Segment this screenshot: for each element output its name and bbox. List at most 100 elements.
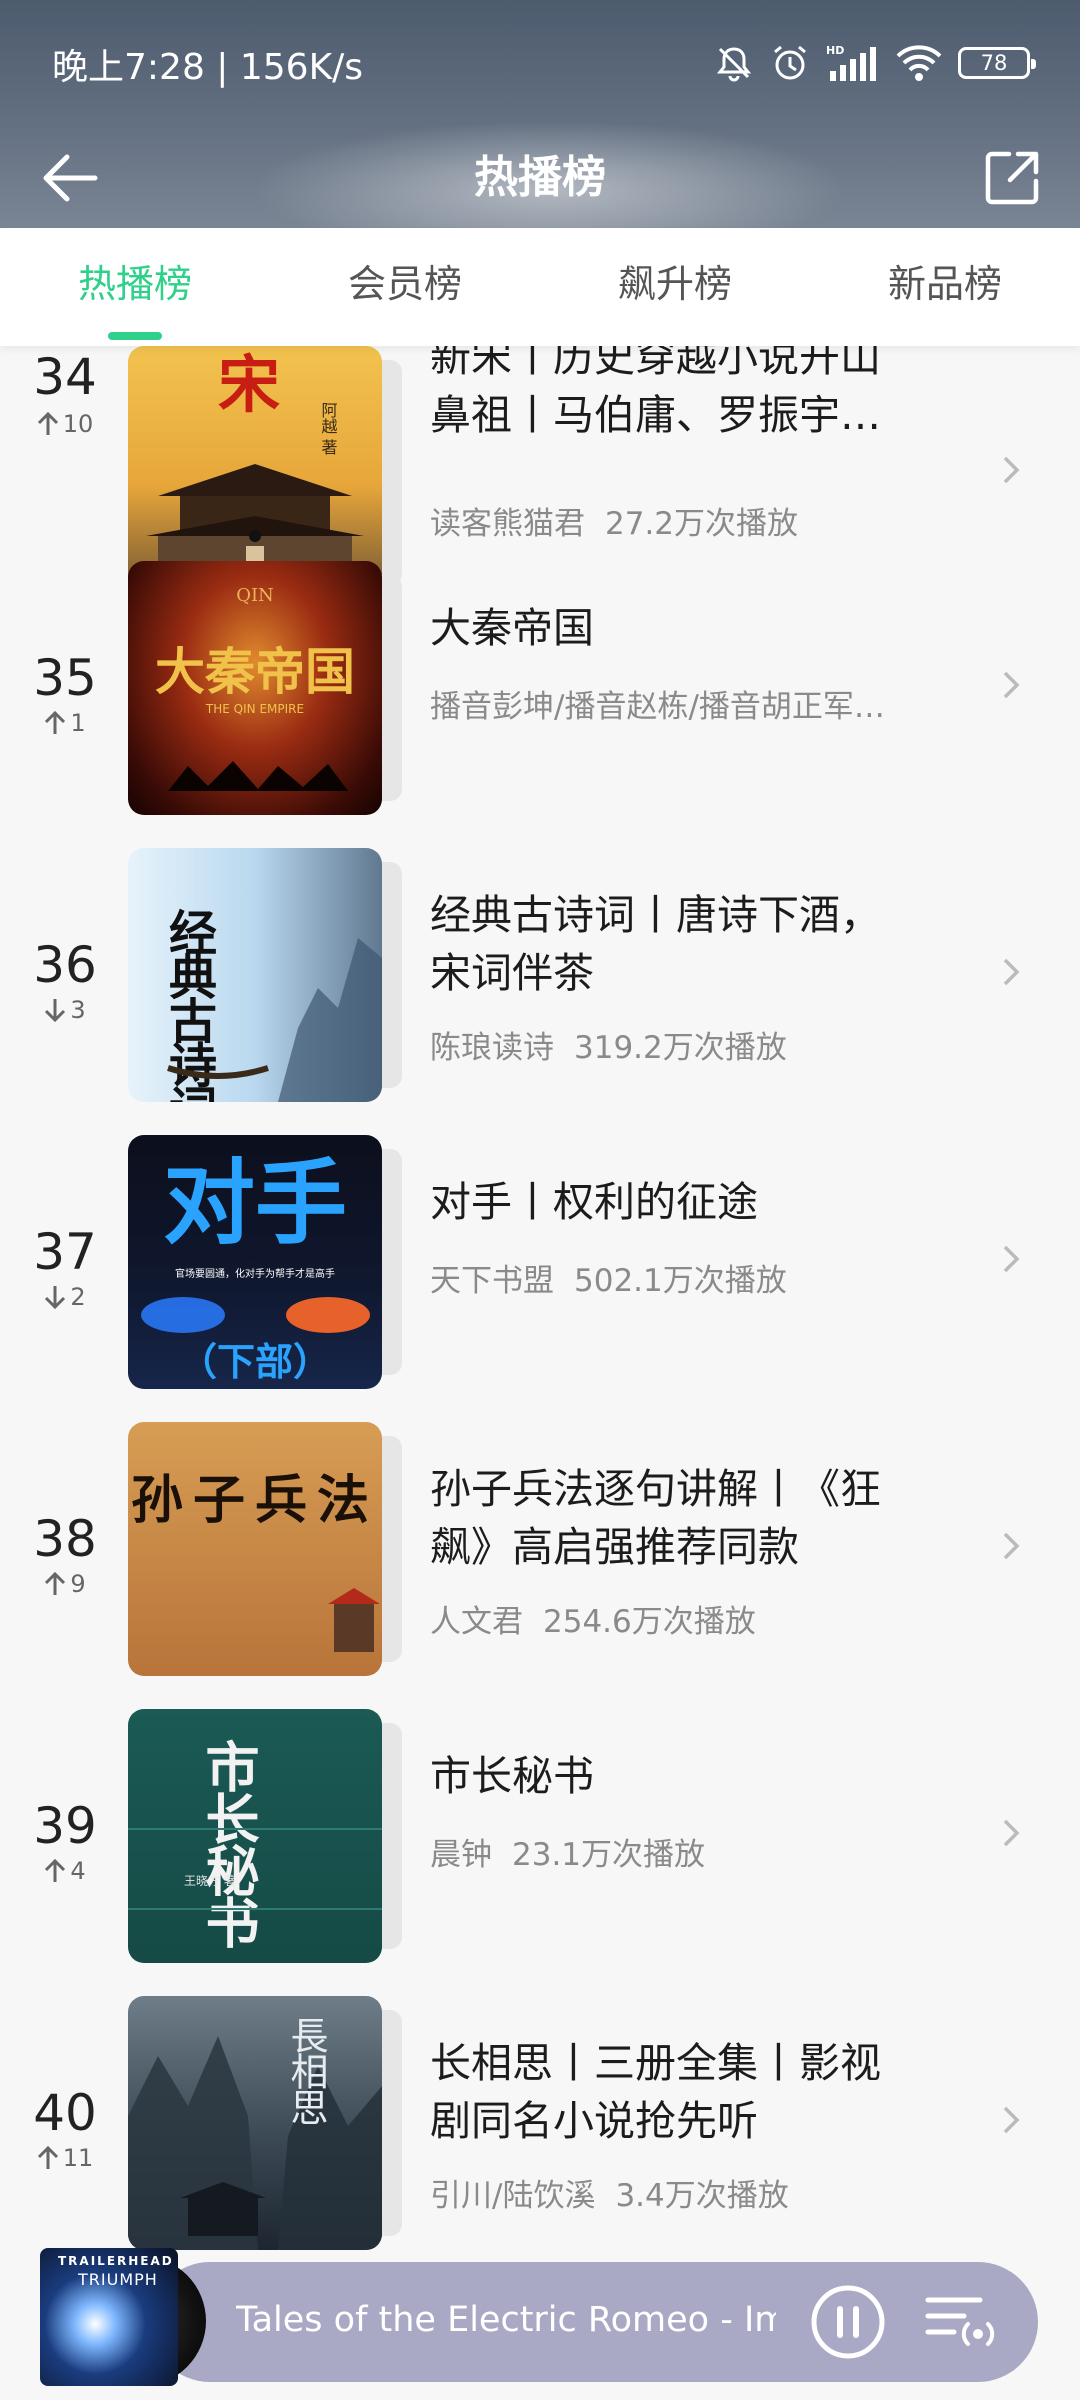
tab-member[interactable]: 会员榜 bbox=[270, 228, 540, 346]
battery-level: 78 bbox=[980, 51, 1008, 75]
ranking-tabs: 热播榜 会员榜 飙升榜 新品榜 bbox=[0, 228, 1080, 346]
list-item[interactable]: 37 2 对手 官场要圆通，化对手为帮手才是高手 （下部） 对手丨权利的征途 天… bbox=[0, 1135, 1080, 1422]
tab-label: 新品榜 bbox=[887, 262, 1002, 306]
item-author: 陈琅读诗 bbox=[430, 1030, 554, 1066]
item-meta: 播音彭坤/播音赵栋/播音胡正军… bbox=[430, 681, 930, 726]
list-item[interactable]: 35 1 QIN 大秦帝国 THE QIN EMPIRE 大秦帝国 播音彭坤/播… bbox=[0, 561, 1080, 848]
album-label-main: TRIUMPH bbox=[78, 2270, 158, 2289]
arrow-up-icon bbox=[45, 1858, 66, 1882]
status-bar: 晚上7:28 | 156K/s HD 78 bbox=[0, 0, 1080, 130]
player-cover[interactable]: TRAILERHEAD TRIUMPH bbox=[40, 2248, 206, 2386]
cover-title: 市长秘书 bbox=[196, 1739, 260, 1949]
tab-label: 热播榜 bbox=[77, 262, 192, 306]
item-author: 读客熊猫君 bbox=[430, 506, 585, 542]
share-icon bbox=[985, 151, 1039, 205]
rank-change: 4 bbox=[70, 1857, 86, 1885]
rank-trend: 1 bbox=[20, 709, 110, 737]
rank-trend: 11 bbox=[20, 2144, 110, 2172]
list-item[interactable]: 39 4 市长秘书 王晓方 著 市长秘书 晨钟 23.1万次播放 bbox=[0, 1709, 1080, 1996]
item-plays: 3.4万次播放 bbox=[615, 2178, 789, 2214]
active-tab-indicator bbox=[108, 332, 162, 340]
item-author: 人文君 bbox=[430, 1604, 523, 1640]
book-cover: 对手 官场要圆通，化对手为帮手才是高手 （下部） bbox=[128, 1135, 382, 1389]
item-plays: 254.6万次播放 bbox=[543, 1604, 756, 1640]
tab-new[interactable]: 新品榜 bbox=[810, 228, 1080, 346]
rank-trend: 9 bbox=[20, 1570, 110, 1598]
ranking-list: 34 10 宋 阿越 著 新宋丨历史穿越小说开山 鼻祖丨马伯庸、罗振宇… 读客熊… bbox=[0, 346, 1080, 2266]
book-cover: 孙子兵法 bbox=[128, 1422, 382, 1676]
book-cover: QIN 大秦帝国 THE QIN EMPIRE bbox=[128, 561, 382, 815]
tab-label: 飙升榜 bbox=[617, 262, 732, 306]
item-plays: 502.1万次播放 bbox=[574, 1263, 787, 1299]
book-cover: 经典古诗词 bbox=[128, 848, 382, 1102]
item-title: 孙子兵法逐句讲解丨《狂 飙》高启强推荐同款 bbox=[430, 1460, 930, 1576]
rank-change: 1 bbox=[70, 709, 86, 737]
title-line: 宋词伴茶 bbox=[430, 949, 594, 997]
item-title: 新宋丨历史穿越小说开山 鼻祖丨马伯庸、罗振宇… bbox=[430, 346, 930, 444]
page-title: 热播榜 bbox=[474, 152, 606, 203]
rank-trend: 3 bbox=[20, 996, 110, 1024]
item-meta: 人文君 254.6万次播放 bbox=[430, 1596, 930, 1641]
cover-art: 对手 官场要圆通，化对手为帮手才是高手 （下部） bbox=[141, 1150, 370, 1384]
cover-author: 阿越 著 bbox=[319, 402, 338, 455]
cover-subtitle: 官场要圆通，化对手为帮手才是高手 bbox=[175, 1267, 335, 1280]
item-meta: 读客熊猫君 27.2万次播放 bbox=[430, 498, 930, 543]
alarm-icon bbox=[774, 45, 806, 80]
arrow-up-icon bbox=[37, 411, 58, 435]
album-art: TRAILERHEAD TRIUMPH bbox=[40, 2248, 178, 2386]
cover-title: 長相思 bbox=[284, 2016, 328, 2124]
arrow-down-icon bbox=[45, 999, 66, 1023]
rank-trend: 2 bbox=[20, 1283, 110, 1311]
title-line: 长相思丨三册全集丨影视 bbox=[430, 2039, 881, 2087]
svg-text:HD: HD bbox=[826, 44, 844, 57]
rank-number: 35 bbox=[33, 649, 97, 707]
pause-icon[interactable] bbox=[808, 2282, 888, 2362]
arrow-down-icon bbox=[45, 1286, 66, 1310]
item-author: 晨钟 bbox=[430, 1837, 492, 1873]
album-label-top: TRAILERHEAD bbox=[58, 2254, 174, 2268]
list-item[interactable]: 34 10 宋 阿越 著 新宋丨历史穿越小说开山 鼻祖丨马伯庸、罗振宇… 读客熊… bbox=[0, 346, 1080, 600]
chevron-right-icon bbox=[1003, 1245, 1020, 1273]
item-meta: 晨钟 23.1万次播放 bbox=[430, 1829, 930, 1874]
item-plays: 23.1万次播放 bbox=[512, 1837, 706, 1873]
status-icons: HD 78 bbox=[714, 38, 1036, 88]
hd-signal-icon: HD bbox=[826, 44, 876, 81]
playlist-icon[interactable] bbox=[920, 2286, 1000, 2358]
share-button[interactable] bbox=[972, 138, 1052, 218]
book-cover: 市长秘书 王晓方 著 bbox=[128, 1709, 382, 1963]
now-playing-title[interactable]: Tales of the Electric Romeo - Imr bbox=[236, 2290, 776, 2350]
rank-trend: 4 bbox=[20, 1857, 110, 1885]
rank-change: 10 bbox=[62, 410, 94, 438]
rank-change: 2 bbox=[70, 1283, 86, 1311]
chevron-right-icon bbox=[1003, 1532, 1020, 1560]
rank-trend: 10 bbox=[20, 410, 110, 438]
item-author: 播音彭坤/播音赵栋/播音胡正军… bbox=[430, 689, 885, 725]
arrow-up-icon bbox=[37, 2145, 58, 2169]
list-item[interactable]: 36 3 经典古诗词 经典古诗词丨唐诗下酒， 宋词伴茶 陈琅读诗 319.2万次播… bbox=[0, 848, 1080, 1135]
tab-label: 会员榜 bbox=[347, 262, 462, 306]
cover-title: 孙子兵法 bbox=[131, 1470, 379, 1531]
item-plays: 319.2万次播放 bbox=[574, 1030, 787, 1066]
list-item[interactable]: 38 9 孙子兵法 孙子兵法逐句讲解丨《狂 飙》高启强推荐同款 人文君 254.6… bbox=[0, 1422, 1080, 1709]
cover-bottom-text: （下部） bbox=[179, 1340, 331, 1384]
item-author: 天下书盟 bbox=[430, 1263, 554, 1299]
title-line: 市长秘书 bbox=[430, 1752, 594, 1800]
mute-icon bbox=[716, 47, 752, 82]
battery-icon: 78 bbox=[958, 47, 1036, 79]
item-title: 经典古诗词丨唐诗下酒， 宋词伴茶 bbox=[430, 886, 930, 1002]
arrow-up-icon bbox=[45, 1571, 66, 1595]
tab-rising[interactable]: 飙升榜 bbox=[540, 228, 810, 346]
cover-subtitle: THE QIN EMPIRE bbox=[205, 702, 304, 716]
arrow-up-icon bbox=[45, 710, 66, 734]
rank-number: 38 bbox=[33, 1510, 97, 1568]
item-author: 引川/陆饮溪 bbox=[430, 2178, 596, 2214]
title-line: 新宋丨历史穿越小说开山 bbox=[430, 346, 881, 381]
rank-change: 3 bbox=[70, 996, 86, 1024]
title-line: 孙子兵法逐句讲解丨《狂 bbox=[430, 1465, 881, 1513]
rank-change: 9 bbox=[70, 1570, 86, 1598]
tab-hot[interactable]: 热播榜 bbox=[0, 228, 270, 346]
list-item[interactable]: 40 11 長相思 长相思丨三册全集丨影视 剧同名小说抢先听 引川/陆饮溪 3.4… bbox=[0, 1996, 1080, 2266]
rank-number: 37 bbox=[33, 1223, 97, 1281]
book-cover: 長相思 bbox=[128, 1996, 382, 2250]
cover-art: 市长秘书 王晓方 著 bbox=[128, 1739, 382, 1949]
